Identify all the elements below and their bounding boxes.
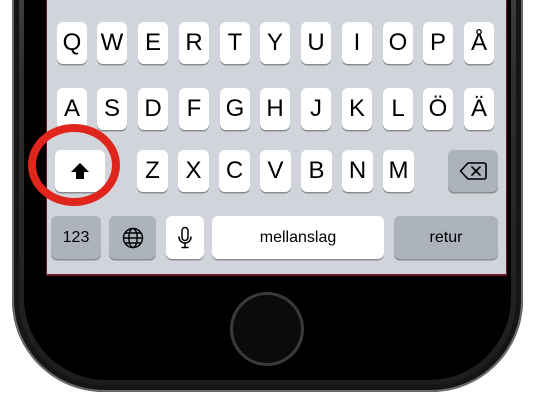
backspace-icon bbox=[459, 161, 487, 181]
dictation-key[interactable] bbox=[166, 216, 204, 259]
key-j[interactable]: J bbox=[301, 88, 331, 130]
numbers-key[interactable]: 123 bbox=[51, 216, 101, 259]
home-button[interactable] bbox=[230, 292, 304, 366]
key-l[interactable]: L bbox=[383, 88, 413, 130]
key-v[interactable]: V bbox=[260, 150, 291, 192]
key-f[interactable]: F bbox=[179, 88, 209, 130]
key-a-umlaut[interactable]: Ä bbox=[464, 88, 494, 130]
shift-arrow-up-icon bbox=[70, 162, 90, 180]
key-g[interactable]: G bbox=[220, 88, 250, 130]
key-p[interactable]: P bbox=[423, 22, 453, 64]
return-key[interactable]: retur bbox=[394, 216, 498, 259]
key-e[interactable]: E bbox=[138, 22, 168, 64]
key-b[interactable]: B bbox=[301, 150, 332, 192]
space-key[interactable]: mellanslag bbox=[212, 216, 384, 259]
key-h[interactable]: H bbox=[260, 88, 290, 130]
key-d[interactable]: D bbox=[138, 88, 168, 130]
globe-key[interactable] bbox=[109, 216, 156, 259]
key-q[interactable]: Q bbox=[57, 22, 87, 64]
globe-icon bbox=[122, 227, 144, 249]
key-o-umlaut[interactable]: Ö bbox=[423, 88, 453, 130]
key-o[interactable]: O bbox=[383, 22, 413, 64]
key-y[interactable]: Y bbox=[260, 22, 290, 64]
key-u[interactable]: U bbox=[301, 22, 331, 64]
key-s[interactable]: S bbox=[97, 88, 127, 130]
key-n[interactable]: N bbox=[342, 150, 373, 192]
key-r[interactable]: R bbox=[179, 22, 209, 64]
keyboard: Q W E R T Y U I O P Å A S D F G H J K L … bbox=[46, 0, 507, 276]
shift-key[interactable] bbox=[55, 150, 105, 192]
key-c[interactable]: C bbox=[219, 150, 250, 192]
microphone-icon bbox=[177, 226, 193, 250]
key-z[interactable]: Z bbox=[137, 150, 168, 192]
key-a-ring[interactable]: Å bbox=[464, 22, 494, 64]
key-i[interactable]: I bbox=[342, 22, 372, 64]
key-a[interactable]: A bbox=[57, 88, 87, 130]
key-w[interactable]: W bbox=[97, 22, 127, 64]
key-t[interactable]: T bbox=[220, 22, 250, 64]
key-m[interactable]: M bbox=[383, 150, 414, 192]
key-x[interactable]: X bbox=[178, 150, 209, 192]
backspace-key[interactable] bbox=[448, 150, 498, 192]
key-k[interactable]: K bbox=[342, 88, 372, 130]
